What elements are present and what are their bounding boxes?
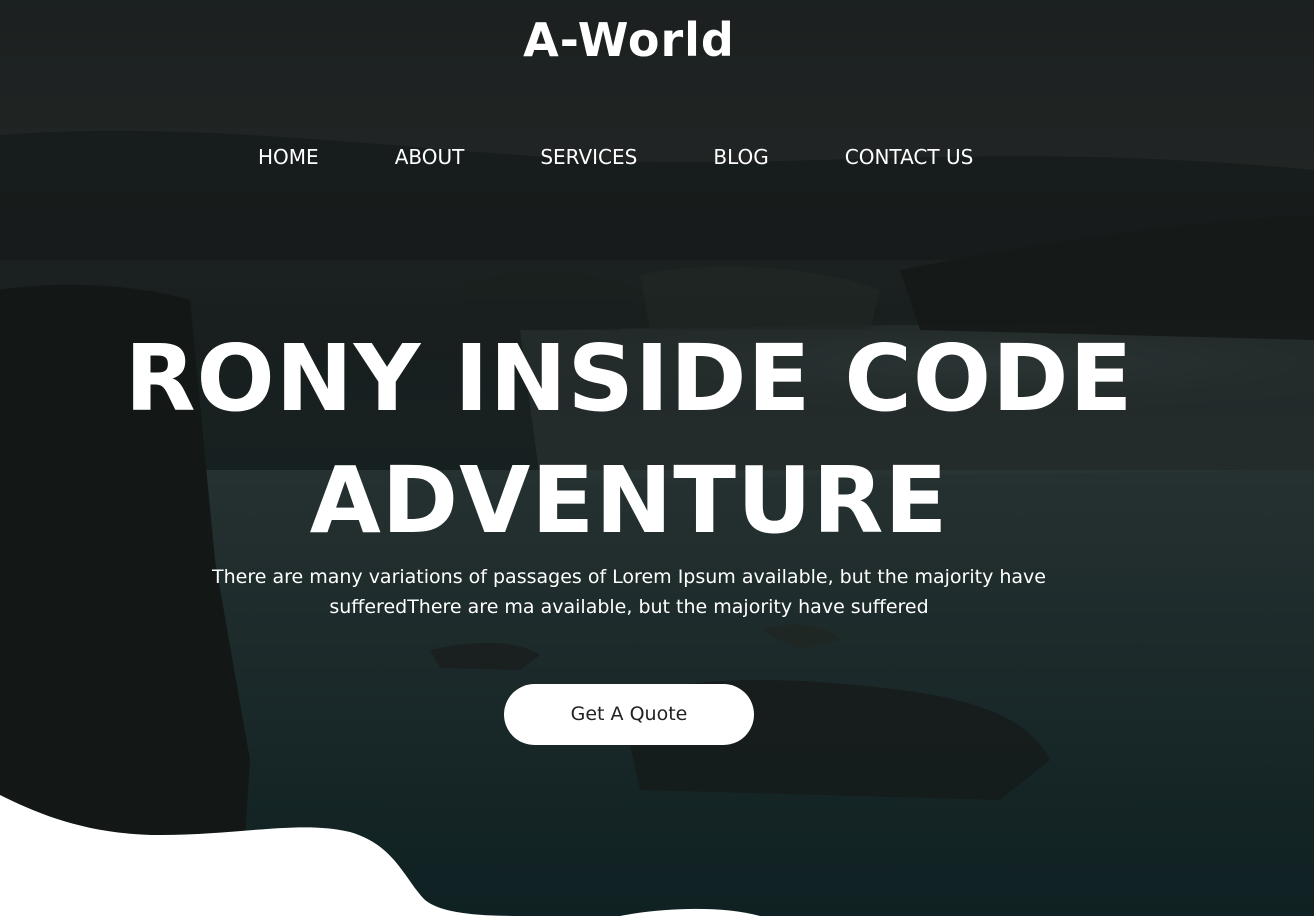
hero-headline-line-2: ADVENTURE bbox=[309, 447, 949, 554]
hero-section: A-World HOME ABOUT SERVICES BLOG CONTACT… bbox=[0, 0, 1314, 916]
hero-headline: RONY INSIDE CODE ADVENTURE bbox=[100, 318, 1158, 562]
nav-item-home[interactable]: HOME bbox=[258, 142, 319, 172]
hero-headline-line-1: RONY INSIDE CODE bbox=[124, 325, 1134, 432]
nav-item-blog[interactable]: BLOG bbox=[713, 142, 768, 172]
nav-item-services[interactable]: SERVICES bbox=[540, 142, 637, 172]
nav-item-contact-us[interactable]: CONTACT US bbox=[845, 142, 974, 172]
get-a-quote-button[interactable]: Get A Quote bbox=[504, 684, 754, 745]
hero-subtext: There are many variations of passages of… bbox=[211, 566, 1046, 618]
site-logo[interactable]: A-World bbox=[0, 10, 1258, 70]
main-nav: HOME ABOUT SERVICES BLOG CONTACT US bbox=[240, 142, 1049, 172]
nav-item-about[interactable]: ABOUT bbox=[395, 142, 465, 172]
